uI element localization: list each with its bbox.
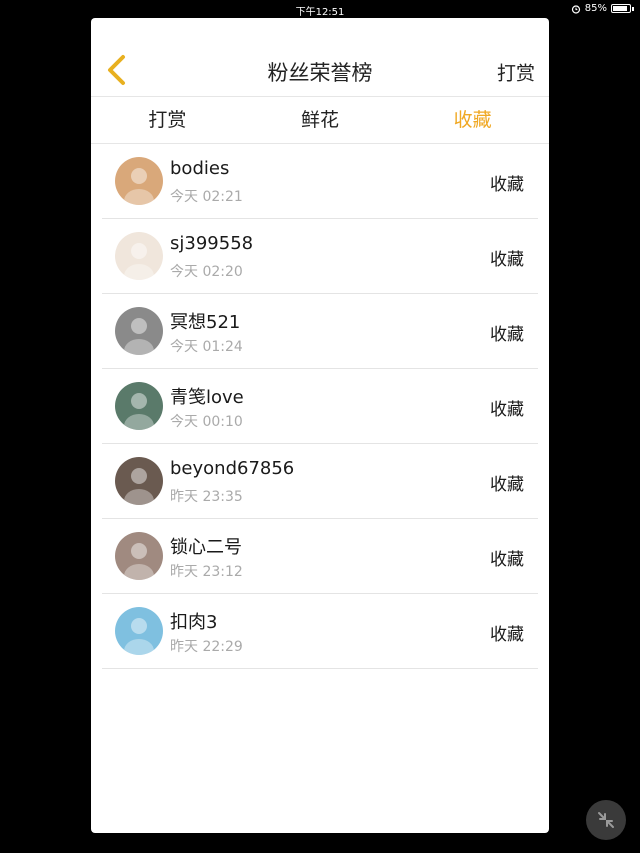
collapse-arrows-icon [598, 812, 614, 828]
battery-cap [632, 6, 634, 11]
tab-2[interactable]: 收藏 [396, 97, 549, 143]
tab-bar: 打赏 鲜花 收藏 [91, 97, 549, 144]
list-item[interactable]: bodies 今天 02:21 收藏 [102, 144, 538, 219]
page-title: 粉丝荣誉榜 [267, 61, 373, 85]
avatar-image [115, 607, 163, 655]
avatar[interactable] [115, 457, 163, 505]
avatar-image [115, 232, 163, 280]
avatar-image [115, 457, 163, 505]
list-item[interactable]: 扣肉3 昨天 22:29 收藏 [102, 594, 538, 669]
list-item[interactable]: 青笺love 今天 00:10 收藏 [102, 369, 538, 444]
battery-percent: 85% [584, 3, 607, 14]
fan-action-label: 收藏 [490, 475, 524, 495]
fan-time: 昨天 23:12 [170, 564, 243, 580]
avatar-image [115, 532, 163, 580]
fan-action-label: 收藏 [490, 400, 524, 420]
avatar-image [115, 307, 163, 355]
avatar[interactable] [115, 307, 163, 355]
fan-name: 青笺love [170, 387, 244, 408]
fan-action-label: 收藏 [490, 625, 524, 645]
fans-panel: 粉丝荣誉榜 打赏 打赏 鲜花 收藏 bodies 今天 02:21 收藏 sj399558… [91, 18, 549, 833]
fan-name: beyond67856 [170, 458, 295, 479]
status-time: 下午12:51 [295, 7, 345, 18]
status-bar: 下午12:51 85% [0, 0, 640, 18]
status-right: 85% [571, 3, 634, 14]
fan-time: 今天 00:10 [170, 414, 243, 430]
fan-time: 今天 01:24 [170, 339, 243, 355]
fan-action-label: 收藏 [490, 250, 524, 270]
fan-name: 冥想521 [170, 312, 241, 333]
tab-1[interactable]: 鲜花 [244, 97, 397, 143]
list-item[interactable]: 锁心二号昨天 23:12 收藏 [102, 519, 538, 594]
fan-time: 昨天 22:29 [170, 639, 243, 655]
fan-time: 今天 02:20 [170, 264, 243, 280]
list-item[interactable]: 冥想521 今天 01:24 收藏 [102, 294, 538, 369]
collapse-button[interactable] [586, 800, 626, 840]
avatar[interactable] [115, 382, 163, 430]
fan-action-label: 收藏 [490, 175, 524, 195]
fan-name: 锁心二号 [170, 537, 242, 558]
list-item[interactable]: sj399558 今天 02:20 收藏 [102, 219, 538, 294]
avatar[interactable] [115, 232, 163, 280]
reward-button[interactable]: 打赏 [497, 59, 535, 86]
list-item[interactable]: beyond67856 昨天 23:35 收藏 [102, 444, 538, 519]
fan-time: 今天 02:21 [170, 189, 243, 205]
avatar[interactable] [115, 157, 163, 205]
fan-time: 昨天 23:35 [170, 489, 243, 505]
fan-action-label: 收藏 [490, 550, 524, 570]
avatar-image [115, 157, 163, 205]
battery-fill [613, 6, 627, 11]
fan-list: bodies 今天 02:21 收藏 sj399558 今天 02:20 收藏 冥想521 今… [102, 144, 538, 669]
fan-name: sj399558 [170, 233, 254, 254]
battery-icon [611, 4, 631, 13]
avatar[interactable] [115, 607, 163, 655]
avatar[interactable] [115, 532, 163, 580]
alarm-clock-icon [571, 4, 580, 14]
fan-action-label: 收藏 [490, 325, 524, 345]
avatar-image [115, 382, 163, 430]
tab-0[interactable]: 打赏 [91, 97, 244, 143]
fan-name: bodies [170, 158, 230, 179]
fan-name: 扣肉3 [170, 612, 218, 633]
nav-bar: 粉丝荣誉榜 打赏 [91, 18, 549, 97]
